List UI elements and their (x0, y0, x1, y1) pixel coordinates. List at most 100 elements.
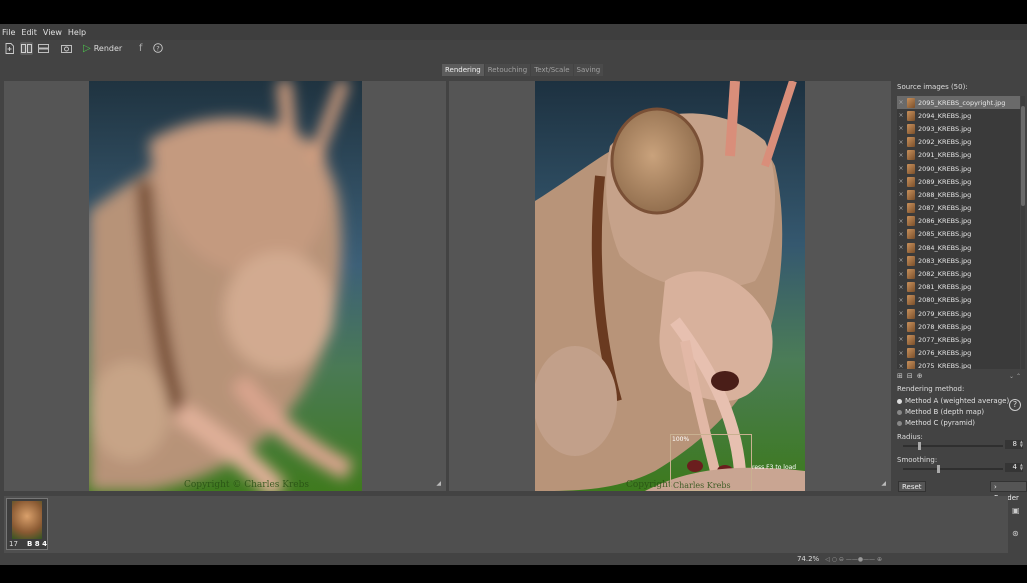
file-list-item[interactable]: × 2078_KREBS.jpg (897, 320, 1020, 333)
exclude-icon[interactable]: × (897, 323, 905, 330)
menu-view[interactable]: View (43, 28, 62, 37)
smoothing-slider[interactable] (903, 465, 1003, 473)
smoothing-slider-knob[interactable] (936, 465, 940, 473)
resize-corner-icon[interactable]: ◢ (436, 480, 441, 487)
zoom-icon[interactable]: ⊕ (917, 372, 923, 380)
collapse-icon[interactable]: ⌄ ⌃ (1009, 373, 1021, 380)
exclude-icon[interactable]: × (897, 310, 905, 317)
spin-arrows-icon[interactable]: ▲ ▼ (1020, 440, 1023, 448)
smoothing-spinbox[interactable]: 4 ▲ ▼ (1005, 463, 1023, 472)
source-images-panel: Source images (50): × 2095_KREBS_copyrigh… (895, 81, 1027, 502)
method-b-option[interactable]: Method B (depth map) (897, 408, 984, 416)
tab-text-scale[interactable]: Text/Scale (531, 64, 573, 76)
file-thumbnail-icon (907, 216, 915, 227)
exclude-icon[interactable]: × (897, 257, 905, 264)
file-list-item[interactable]: × 2079_KREBS.jpg (897, 307, 1020, 320)
exclude-icon[interactable]: × (897, 336, 905, 343)
exclude-icon[interactable]: × (897, 112, 905, 119)
result-image: Copyright 100% Charles Krebs ress F3 to … (535, 81, 805, 491)
exclude-icon[interactable]: × (897, 350, 905, 357)
result-image-view[interactable]: Copyright 100% Charles Krebs ress F3 to … (449, 81, 891, 491)
file-list-item[interactable]: × 2088_KREBS.jpg (897, 188, 1020, 201)
two-row-view-icon[interactable] (37, 42, 50, 55)
tab-rendering[interactable]: Rendering (442, 64, 484, 76)
file-list-item[interactable]: × 2089_KREBS.jpg (897, 175, 1020, 188)
radius-slider-knob[interactable] (917, 442, 921, 450)
file-list-item[interactable]: × 2085_KREBS.jpg (897, 228, 1020, 241)
exclude-icon[interactable]: × (897, 284, 905, 291)
method-help-icon[interactable]: ? (1009, 399, 1021, 411)
file-list-item[interactable]: × 2083_KREBS.jpg (897, 254, 1020, 267)
file-list-item[interactable]: × 2087_KREBS.jpg (897, 202, 1020, 215)
loupe-hint: ress F3 to load (752, 464, 797, 471)
two-column-view-icon[interactable] (20, 41, 33, 55)
help-icon[interactable]: ? (151, 42, 164, 55)
scrollbar-thumb[interactable] (1021, 106, 1025, 206)
new-document-icon[interactable] (3, 42, 16, 55)
file-list-item[interactable]: × 2081_KREBS.jpg (897, 281, 1020, 294)
zoom-slider[interactable]: ◁ ○ ⊖ ——●—— ⊕ (825, 556, 882, 563)
tab-saving[interactable]: Saving (573, 64, 604, 76)
add-files-icon[interactable]: ⊞ (897, 372, 903, 380)
film-thumbnail[interactable]: 17 B 8 4 (6, 498, 48, 550)
exclude-icon[interactable]: × (897, 231, 905, 238)
file-list-scrollbar[interactable] (1021, 96, 1025, 369)
loupe-overlay[interactable]: 100% Charles Krebs (670, 434, 752, 491)
file-thumbnail-icon (907, 242, 915, 253)
save-icon[interactable]: ▣ (1012, 506, 1024, 515)
sidebar-render-button[interactable]: › Render (990, 481, 1027, 502)
exclude-icon[interactable]: × (897, 271, 905, 278)
tab-retouching[interactable]: Retouching (484, 64, 531, 76)
file-list-item[interactable]: × 2095_KREBS_copyright.jpg (897, 96, 1020, 110)
file-list-item[interactable]: × 2082_KREBS.jpg (897, 267, 1020, 280)
file-list-item[interactable]: × 2080_KREBS.jpg (897, 294, 1020, 307)
file-thumbnail-icon (907, 282, 915, 293)
facebook-icon[interactable]: f (134, 42, 147, 55)
exclude-icon[interactable]: × (897, 297, 905, 304)
method-a-option[interactable]: Method A (weighted average) (897, 397, 1009, 405)
smoothing-value: 4 (1012, 463, 1017, 471)
exclude-icon[interactable]: × (897, 178, 905, 185)
menu-help[interactable]: Help (68, 28, 86, 37)
spin-arrows-icon[interactable]: ▲ ▼ (1020, 463, 1023, 471)
zoom-settings-icon[interactable]: ⊛ (1012, 529, 1024, 538)
menu-file[interactable]: File (2, 28, 15, 37)
exclude-icon[interactable]: × (897, 152, 905, 159)
file-thumbnail-icon (907, 348, 915, 359)
source-image: Copyright © Charles Krebs (89, 81, 362, 491)
exclude-icon[interactable]: × (897, 139, 905, 146)
method-c-label: Method C (pyramid) (905, 419, 976, 427)
file-list-item[interactable]: × 2094_KREBS.jpg (897, 109, 1020, 122)
file-list-item[interactable]: × 2075_KREBS.jpg (897, 360, 1020, 369)
source-image-view[interactable]: Copyright © Charles Krebs ◢ (4, 81, 446, 491)
menu-bar: File Edit View Help (0, 24, 1027, 40)
render-button[interactable]: ▷ Render (83, 43, 122, 54)
source-images-list[interactable]: × 2095_KREBS_copyright.jpg × 2094_KREBS.jpg… (897, 96, 1020, 369)
file-list-item[interactable]: × 2076_KREBS.jpg (897, 347, 1020, 360)
file-list-item[interactable]: × 2091_KREBS.jpg (897, 149, 1020, 162)
exclude-icon[interactable]: × (897, 363, 905, 369)
snapshot-icon[interactable] (60, 42, 73, 55)
file-list-item[interactable]: × 2084_KREBS.jpg (897, 241, 1020, 254)
exclude-icon[interactable]: × (897, 99, 905, 106)
method-c-option[interactable]: Method C (pyramid) (897, 419, 975, 427)
menu-edit[interactable]: Edit (21, 28, 37, 37)
file-list-item[interactable]: × 2090_KREBS.jpg (897, 162, 1020, 175)
exclude-icon[interactable]: × (897, 165, 905, 172)
list-tools: ⊞ ⊟ ⊕ ⌄ ⌃ (897, 371, 1025, 381)
radius-slider[interactable] (903, 442, 1003, 450)
file-thumbnail-icon (907, 255, 915, 266)
file-list-item[interactable]: × 2092_KREBS.jpg (897, 136, 1020, 149)
exclude-icon[interactable]: × (897, 205, 905, 212)
file-list-item[interactable]: × 2093_KREBS.jpg (897, 122, 1020, 135)
file-list-item[interactable]: × 2077_KREBS.jpg (897, 333, 1020, 346)
resize-corner-icon[interactable]: ◢ (881, 480, 886, 487)
remove-files-icon[interactable]: ⊟ (907, 372, 913, 380)
radius-spinbox[interactable]: 8 ▲ ▼ (1005, 440, 1023, 449)
exclude-icon[interactable]: × (897, 191, 905, 198)
exclude-icon[interactable]: × (897, 244, 905, 251)
exclude-icon[interactable]: × (897, 218, 905, 225)
file-list-item[interactable]: × 2086_KREBS.jpg (897, 215, 1020, 228)
reset-button[interactable]: Reset (898, 481, 926, 492)
exclude-icon[interactable]: × (897, 125, 905, 132)
